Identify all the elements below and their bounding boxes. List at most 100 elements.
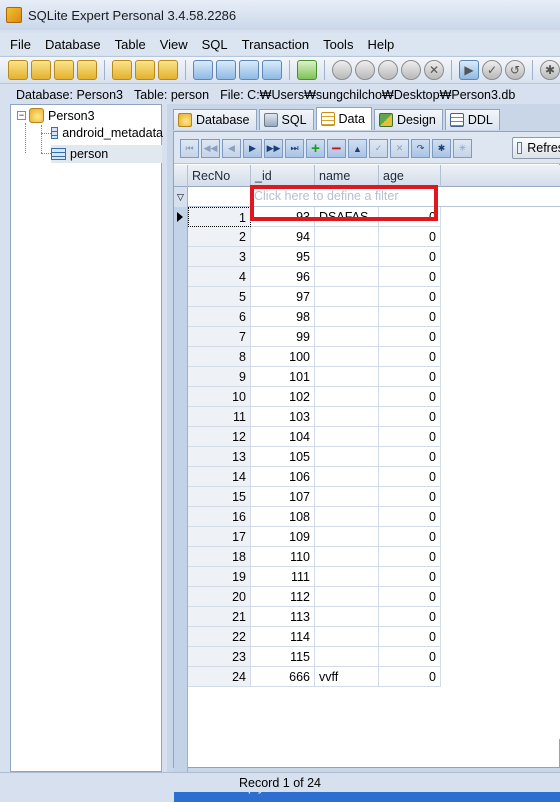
- table-row[interactable]: 6 98 0: [174, 307, 441, 327]
- cell-id[interactable]: 105: [251, 447, 315, 467]
- cell-recno[interactable]: 6: [188, 307, 251, 327]
- row-indicator[interactable]: [174, 227, 188, 247]
- cell-age[interactable]: 0: [379, 647, 441, 667]
- sql-tool-3-icon[interactable]: [378, 60, 398, 80]
- refresh-button[interactable]: Refresh: [512, 137, 560, 159]
- row-indicator[interactable]: [174, 607, 188, 627]
- start-transaction-icon[interactable]: ▶: [459, 60, 479, 80]
- cell-recno[interactable]: 18: [188, 547, 251, 567]
- cell-id[interactable]: 106: [251, 467, 315, 487]
- table-row[interactable]: 15 107 0: [174, 487, 441, 507]
- cell-recno[interactable]: 21: [188, 607, 251, 627]
- cell-id[interactable]: 109: [251, 527, 315, 547]
- table-row[interactable]: 5 97 0: [174, 287, 441, 307]
- close-database-icon[interactable]: [54, 60, 74, 80]
- cell-id[interactable]: 114: [251, 627, 315, 647]
- sql-tool-1-icon[interactable]: [332, 60, 352, 80]
- cell-id[interactable]: 94: [251, 227, 315, 247]
- cell-age[interactable]: 0: [379, 407, 441, 427]
- menu-file[interactable]: File: [10, 37, 31, 52]
- cell-recno[interactable]: 17: [188, 527, 251, 547]
- table-row[interactable]: 2 94 0: [174, 227, 441, 247]
- cell-age[interactable]: 0: [379, 587, 441, 607]
- table-row[interactable]: 9 101 0: [174, 367, 441, 387]
- menu-view[interactable]: View: [160, 37, 188, 52]
- cell-name[interactable]: [315, 467, 379, 487]
- cell-age[interactable]: 0: [379, 667, 441, 687]
- cell-recno[interactable]: 16: [188, 507, 251, 527]
- cell-recno[interactable]: 4: [188, 267, 251, 287]
- table-row[interactable]: 7 99 0: [174, 327, 441, 347]
- row-indicator[interactable]: [174, 387, 188, 407]
- cell-id[interactable]: 101: [251, 367, 315, 387]
- insert-record-icon[interactable]: +: [306, 139, 325, 158]
- prior-page-icon[interactable]: ◀◀: [201, 139, 220, 158]
- cell-name[interactable]: [315, 507, 379, 527]
- cell-name[interactable]: [315, 247, 379, 267]
- row-indicator[interactable]: [174, 367, 188, 387]
- delete-record-icon[interactable]: −: [327, 139, 346, 158]
- cell-id[interactable]: 110: [251, 547, 315, 567]
- cell-id[interactable]: 103: [251, 407, 315, 427]
- row-indicator[interactable]: [174, 627, 188, 647]
- row-indicator[interactable]: [174, 427, 188, 447]
- table-row[interactable]: 10 102 0: [174, 387, 441, 407]
- cell-id[interactable]: 95: [251, 247, 315, 267]
- cell-name[interactable]: [315, 627, 379, 647]
- next-page-icon[interactable]: ▶▶: [264, 139, 283, 158]
- edit-record-icon[interactable]: ▲: [348, 139, 367, 158]
- cell-name[interactable]: [315, 487, 379, 507]
- cell-age[interactable]: 0: [379, 387, 441, 407]
- cancel-edit-icon[interactable]: ✕: [390, 139, 409, 158]
- cell-id[interactable]: 107: [251, 487, 315, 507]
- cell-age[interactable]: 0: [379, 467, 441, 487]
- column-header-id[interactable]: _id: [251, 165, 315, 187]
- row-indicator[interactable]: [174, 467, 188, 487]
- cell-age[interactable]: 0: [379, 227, 441, 247]
- cell-id[interactable]: 111: [251, 567, 315, 587]
- first-page-icon[interactable]: ⏮: [180, 139, 199, 158]
- cell-age[interactable]: 0: [379, 607, 441, 627]
- cell-name[interactable]: [315, 367, 379, 387]
- row-indicator[interactable]: [174, 307, 188, 327]
- goto-bookmark-icon[interactable]: ✳: [453, 139, 472, 158]
- table-row[interactable]: 19 111 0: [174, 567, 441, 587]
- cell-recno[interactable]: 24: [188, 667, 251, 687]
- cell-age[interactable]: 0: [379, 247, 441, 267]
- cell-id[interactable]: 96: [251, 267, 315, 287]
- row-indicator[interactable]: [174, 667, 188, 687]
- cell-age[interactable]: 0: [379, 627, 441, 647]
- cell-name[interactable]: [315, 327, 379, 347]
- settings-gear-icon[interactable]: ✱: [540, 60, 560, 80]
- tree-node-table-android-metadata[interactable]: android_metadata: [51, 126, 163, 140]
- bookmark-icon[interactable]: ✱: [432, 139, 451, 158]
- cell-id[interactable]: 113: [251, 607, 315, 627]
- tab-ddl[interactable]: DDL: [444, 109, 500, 130]
- cell-age[interactable]: 0: [379, 427, 441, 447]
- rename-table-icon[interactable]: [216, 60, 236, 80]
- cell-id[interactable]: 104: [251, 427, 315, 447]
- column-header-name[interactable]: name: [315, 165, 379, 187]
- last-record-icon[interactable]: ⏭: [285, 139, 304, 158]
- next-record-icon[interactable]: ▶: [243, 139, 262, 158]
- cell-recno[interactable]: 2: [188, 227, 251, 247]
- row-indicator[interactable]: [174, 567, 188, 587]
- table-row[interactable]: 13 105 0: [174, 447, 441, 467]
- cell-recno[interactable]: 5: [188, 287, 251, 307]
- row-indicator[interactable]: [174, 447, 188, 467]
- sql-tool-4-icon[interactable]: [401, 60, 421, 80]
- menu-database[interactable]: Database: [45, 37, 101, 52]
- cell-name[interactable]: [315, 407, 379, 427]
- rollback-icon[interactable]: ↺: [505, 60, 525, 80]
- cell-recno[interactable]: 1: [188, 207, 251, 227]
- cell-name[interactable]: [315, 307, 379, 327]
- cell-age[interactable]: 0: [379, 367, 441, 387]
- cell-age[interactable]: 0: [379, 527, 441, 547]
- table-row[interactable]: 18 110 0: [174, 547, 441, 567]
- tree-node-database[interactable]: − Person3: [17, 108, 95, 123]
- row-indicator[interactable]: [174, 507, 188, 527]
- row-indicator[interactable]: [174, 327, 188, 347]
- cell-name[interactable]: [315, 587, 379, 607]
- cell-recno[interactable]: 8: [188, 347, 251, 367]
- row-indicator[interactable]: [174, 207, 188, 227]
